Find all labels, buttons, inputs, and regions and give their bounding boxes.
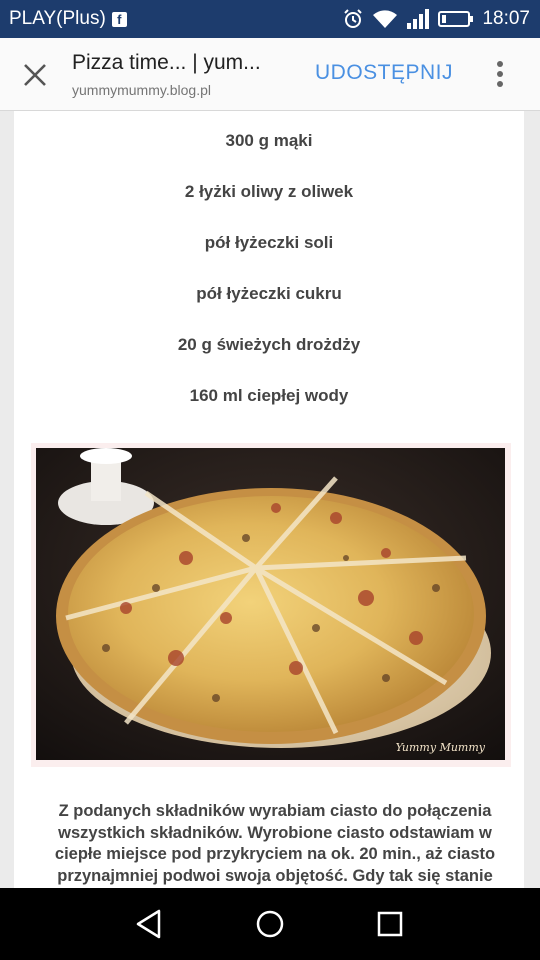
ingredient-item: 2 łyżki oliwy z oliwek — [184, 182, 354, 201]
more-vert-icon[interactable] — [492, 60, 508, 88]
status-left: PLAY(Plus) f — [9, 8, 127, 30]
ingredient-item: 160 ml ciepłej wody — [189, 386, 349, 405]
article: 300 g mąki 2 łyżki oliwy z oliwek pół ły… — [14, 111, 524, 888]
ingredient-item: pół łyżeczki soli — [204, 233, 334, 252]
pizza-photo[interactable]: Yummy Mummy — [36, 448, 505, 760]
home-icon[interactable] — [252, 906, 288, 942]
ingredients-list: 300 g mąki 2 łyżki oliwy z oliwek pół ły… — [14, 130, 524, 436]
status-right: 18:07 — [342, 6, 530, 32]
signal-icon — [407, 9, 430, 29]
page-url: yummymummy.blog.pl — [72, 82, 211, 98]
browser-toolbar: Pizza time... | yum... yummymummy.blog.p… — [0, 38, 540, 111]
share-button[interactable]: UDOSTĘPNIJ — [315, 61, 453, 85]
page-title: Pizza time... | yum... — [72, 51, 261, 74]
recents-icon[interactable] — [372, 906, 408, 942]
clock: 18:07 — [482, 8, 530, 29]
back-icon[interactable] — [133, 906, 169, 942]
web-content[interactable]: 300 g mąki 2 łyżki oliwy z oliwek pół ły… — [0, 111, 540, 888]
close-icon[interactable] — [22, 62, 48, 88]
recipe-paragraph: Z podanych składników wyrabiam ciasto do… — [54, 802, 496, 885]
battery-icon — [438, 11, 474, 27]
carrier-name: PLAY(Plus) — [9, 8, 106, 29]
facebook-icon: f — [111, 11, 127, 27]
image-frame: Yummy Mummy — [31, 443, 511, 767]
ingredient-item: pół łyżeczki cukru — [196, 284, 342, 303]
ingredient-item: 300 g mąki — [225, 131, 313, 150]
ingredient-item: 20 g świeżych drożdży — [177, 335, 361, 354]
photo-watermark: Yummy Mummy — [395, 741, 485, 754]
status-bar: PLAY(Plus) f 18:07 — [0, 0, 540, 38]
wifi-icon — [373, 10, 398, 28]
alarm-icon — [344, 9, 363, 28]
navigation-bar — [0, 888, 540, 960]
